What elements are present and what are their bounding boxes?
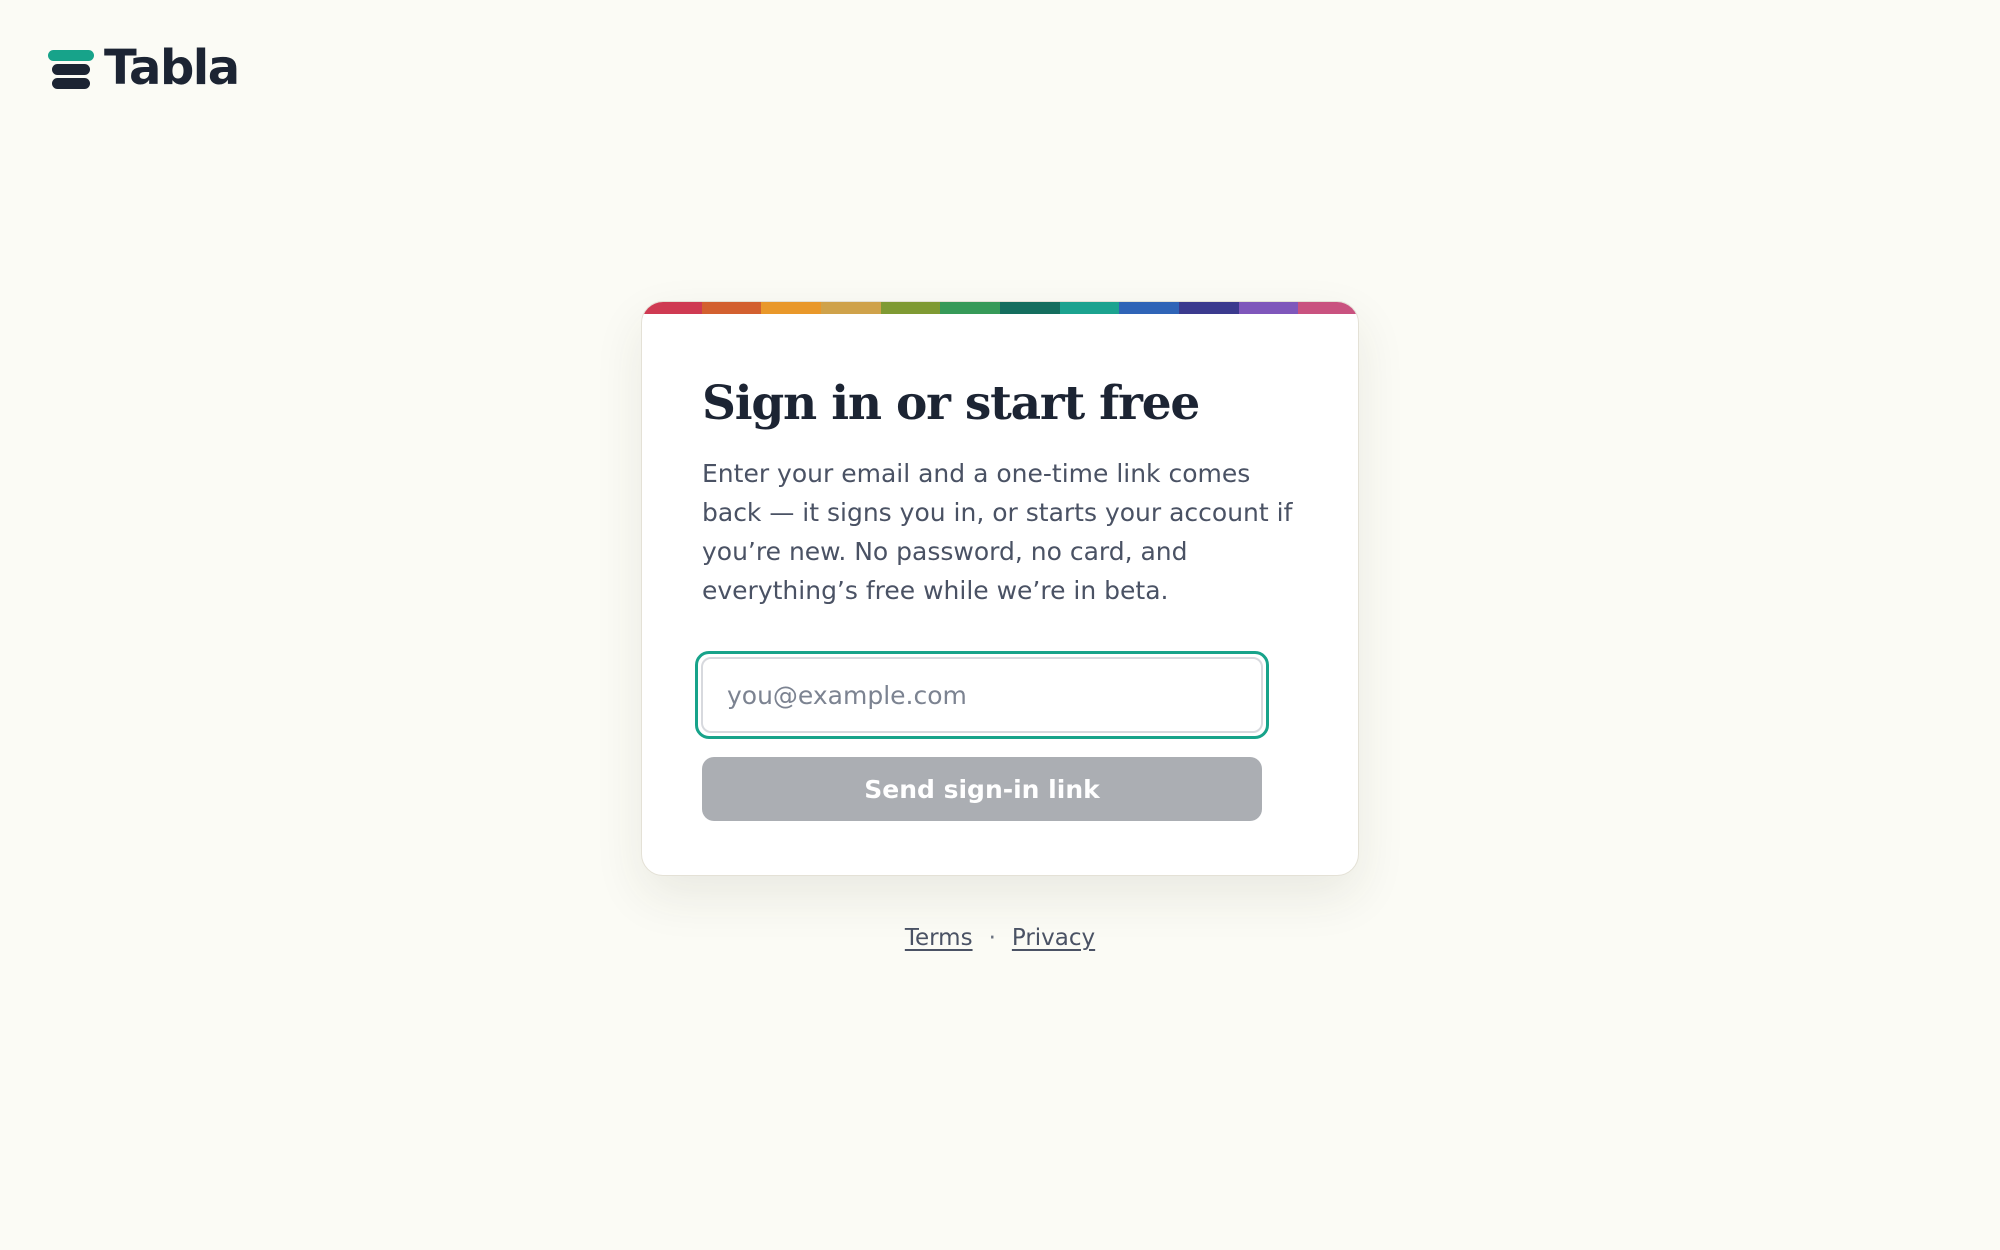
stripe-segment bbox=[1059, 302, 1120, 314]
terms-link[interactable]: Terms bbox=[905, 925, 973, 951]
email-input[interactable] bbox=[701, 657, 1263, 733]
signin-card: Sign in or start free Enter your email a… bbox=[641, 301, 1359, 876]
stripe-segment bbox=[821, 302, 881, 314]
stripe-segment bbox=[1298, 302, 1358, 314]
signin-description: Enter your email and a one-time link com… bbox=[702, 459, 1293, 605]
stripe-segment bbox=[880, 302, 941, 314]
stripe-segment bbox=[1119, 302, 1180, 314]
stripe-segment bbox=[761, 302, 822, 314]
logo-bar-top bbox=[48, 50, 94, 61]
brand-name[interactable]: Tabla bbox=[104, 44, 240, 92]
color-stripe bbox=[642, 302, 1358, 314]
stripe-segment bbox=[1238, 302, 1299, 314]
logo-bar-bottom bbox=[52, 78, 90, 89]
email-field-focus-ring bbox=[695, 651, 1269, 739]
stripe-segment bbox=[1179, 302, 1239, 314]
footer-separator: · bbox=[988, 925, 996, 951]
privacy-link[interactable]: Privacy bbox=[1012, 925, 1095, 951]
stripe-segment bbox=[940, 302, 1001, 314]
stripe-segment bbox=[642, 302, 702, 314]
page-title: Sign in or start free bbox=[702, 376, 1200, 431]
logo-bar-middle bbox=[52, 64, 90, 75]
stripe-segment bbox=[701, 302, 762, 314]
footer-links: Terms · Privacy bbox=[0, 920, 2000, 956]
stripe-segment bbox=[1000, 302, 1060, 314]
app-header: Tabla bbox=[48, 44, 240, 92]
send-signin-link-button[interactable]: Send sign-in link bbox=[702, 757, 1262, 821]
tabla-logo-icon[interactable] bbox=[48, 46, 96, 90]
